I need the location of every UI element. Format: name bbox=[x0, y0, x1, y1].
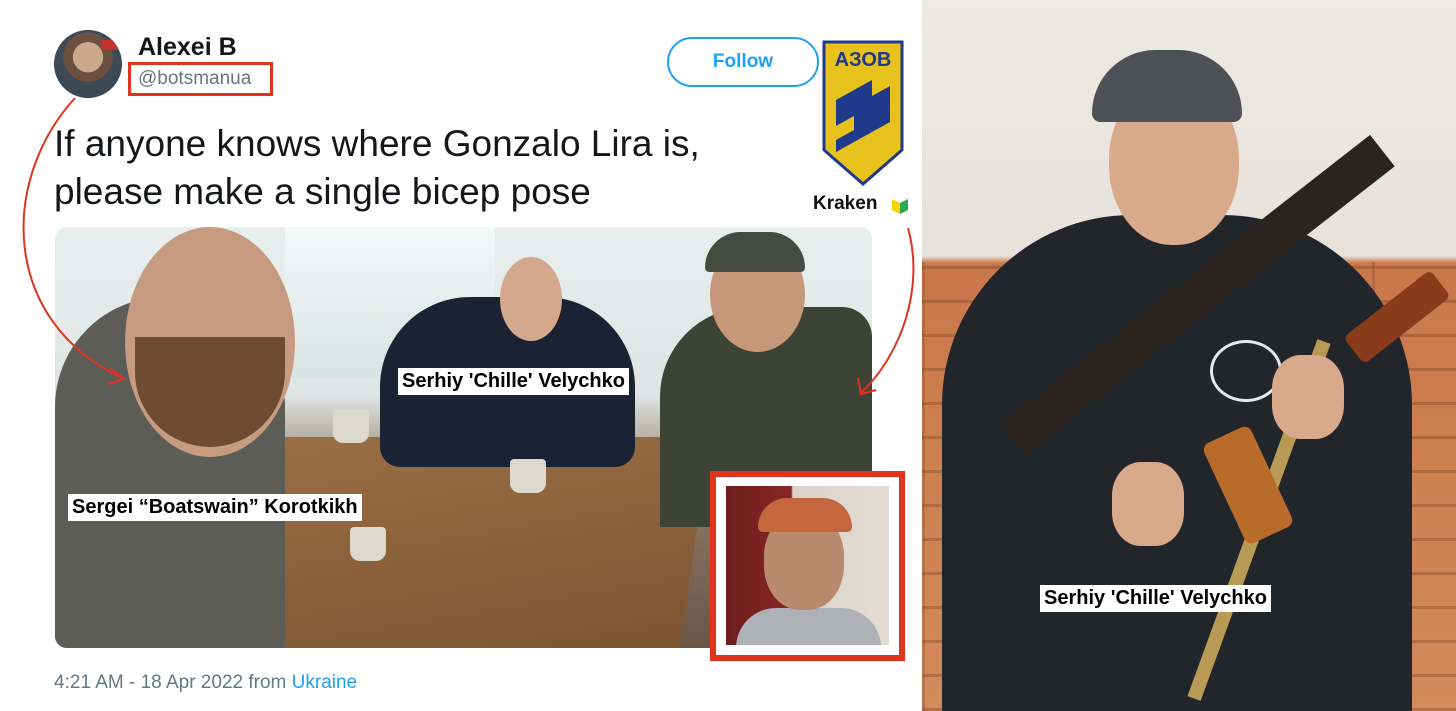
photo-cup bbox=[333, 409, 369, 443]
right-photo: Serhiy 'Chille' Velychko bbox=[922, 0, 1456, 711]
user-name[interactable]: Alexei B bbox=[138, 33, 237, 62]
photo-cup bbox=[510, 459, 546, 493]
photo-hand-right bbox=[1272, 355, 1344, 439]
label-right-photo: Serhiy 'Chille' Velychko bbox=[1040, 585, 1271, 612]
follow-button[interactable]: Follow bbox=[667, 37, 819, 87]
kraken-label: Kraken bbox=[813, 193, 878, 214]
tweet-card: Alexei B @botsmanua Follow АЗОВ Kraken I… bbox=[0, 0, 922, 711]
photo-hand-left bbox=[1112, 462, 1184, 546]
inset-highlight-box bbox=[710, 471, 905, 661]
photo-hat-right bbox=[705, 232, 805, 272]
beginner-leaf-icon bbox=[892, 199, 908, 214]
flag-icon bbox=[102, 40, 118, 50]
label-center-person: Serhiy 'Chille' Velychko bbox=[398, 368, 629, 395]
azov-logo: АЗОВ bbox=[822, 40, 904, 186]
timestamp[interactable]: 4:21 AM - 18 Apr 2022 from bbox=[54, 672, 286, 693]
photo-table bbox=[250, 437, 710, 648]
photo-beanie bbox=[1092, 50, 1242, 122]
photo-cup bbox=[350, 527, 386, 561]
inset-cap bbox=[758, 498, 852, 532]
user-handle[interactable]: @botsmanua bbox=[138, 68, 251, 90]
logo-text: АЗОВ bbox=[835, 49, 892, 71]
photo-face-center bbox=[500, 257, 562, 341]
label-left-person: Sergei “Boatswain” Korotkikh bbox=[68, 494, 362, 521]
tweet-footer: 4:21 AM - 18 Apr 2022 from Ukraine bbox=[54, 672, 357, 694]
tweet-text: If anyone knows where Gonzalo Lira is, p… bbox=[54, 123, 700, 212]
avatar[interactable] bbox=[54, 30, 122, 98]
location-link[interactable]: Ukraine bbox=[292, 672, 357, 693]
inset-photo bbox=[726, 486, 889, 645]
inset-shirt bbox=[736, 608, 881, 645]
